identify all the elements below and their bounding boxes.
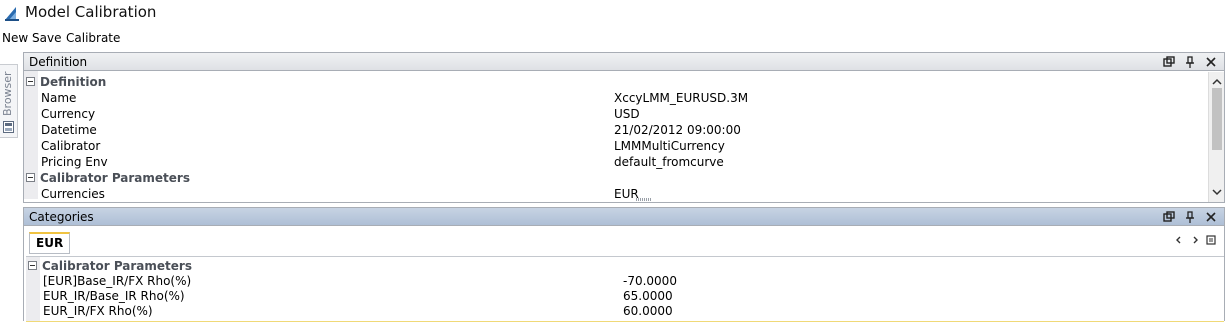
menu-bar: New Save Calibrate <box>0 28 1227 48</box>
window-title: Model Calibration <box>25 3 157 21</box>
float-window-icon[interactable] <box>1162 55 1176 69</box>
close-icon[interactable] <box>1204 55 1218 69</box>
scrollbar-thumb[interactable] <box>1212 88 1222 150</box>
property-value[interactable]: 21/02/2012 09:00:00 <box>614 123 741 137</box>
category-label: Calibrator Parameters <box>42 259 192 273</box>
property-value[interactable]: EUR <box>614 187 639 201</box>
property-row[interactable]: Datetime 21/02/2012 09:00:00 <box>24 122 1208 138</box>
category-label: Definition <box>40 75 107 89</box>
category-row[interactable]: Definition <box>24 74 1208 90</box>
tab-scroll-left-icon[interactable] <box>1174 235 1184 245</box>
menu-save[interactable]: Save <box>32 31 61 45</box>
category-row[interactable]: Calibrator Parameters <box>24 170 1208 186</box>
property-value[interactable]: 60.0000 <box>623 304 673 318</box>
definition-panel-title: Definition <box>29 55 88 69</box>
browser-sidebar-tab[interactable]: Browser <box>0 64 18 138</box>
definition-panel: Definition Definition Name XccyLMM_EURUS… <box>23 52 1225 203</box>
property-value[interactable]: USD <box>614 107 640 121</box>
tab-list-icon[interactable] <box>1206 235 1216 245</box>
property-name: Currency <box>41 107 96 121</box>
categories-property-grid: Calibrator Parameters [EUR]Base_IR/FX Rh… <box>26 256 1224 322</box>
property-value[interactable]: LMMMultiCurrency <box>614 139 725 153</box>
categories-panel-title: Categories <box>29 210 94 224</box>
tab-bar: EUR <box>24 227 1224 255</box>
app-logo-icon <box>5 7 19 21</box>
splitter-grip[interactable] <box>636 198 652 201</box>
property-value[interactable]: 65.0000 <box>623 289 673 303</box>
tab-eur[interactable]: EUR <box>29 232 71 254</box>
close-icon[interactable] <box>1204 210 1218 224</box>
property-row[interactable]: Pricing Env default_fromcurve <box>24 154 1208 170</box>
title-bar: Model Calibration <box>0 0 1227 26</box>
browser-panel-icon <box>3 121 14 133</box>
property-row[interactable]: Name XccyLMM_EURUSD.3M <box>24 90 1208 106</box>
property-value[interactable]: -70.0000 <box>623 274 677 288</box>
property-value[interactable]: default_fromcurve <box>614 155 724 169</box>
browser-label: Browser <box>1 71 14 117</box>
collapse-toggle-icon[interactable] <box>26 77 35 86</box>
property-name: Calibrator <box>41 139 101 153</box>
scroll-down-icon[interactable] <box>1211 186 1223 198</box>
menu-calibrate[interactable]: Calibrate <box>66 31 120 45</box>
collapse-toggle-icon[interactable] <box>26 173 35 182</box>
float-window-icon[interactable] <box>1162 210 1176 224</box>
category-label: Calibrator Parameters <box>40 171 190 185</box>
categories-panel-header: Categories <box>24 208 1224 226</box>
menu-new[interactable]: New <box>2 31 28 45</box>
collapse-toggle-icon[interactable] <box>28 261 37 270</box>
scroll-up-icon[interactable] <box>1211 76 1223 88</box>
property-name: Currencies <box>41 187 105 201</box>
property-row[interactable]: [EUR]Base_IR/FX Rho(%) -70.0000 <box>26 273 1224 289</box>
property-name: Name <box>41 91 77 105</box>
property-row[interactable]: Currencies EUR <box>24 186 1208 202</box>
vertical-scrollbar[interactable] <box>1208 72 1224 202</box>
definition-property-grid: Definition Name XccyLMM_EURUSD.3M Curren… <box>24 71 1208 202</box>
property-row[interactable]: Currency USD <box>24 106 1208 122</box>
pin-icon[interactable] <box>1183 55 1197 69</box>
property-name: [EUR]Base_IR/FX Rho(%) <box>43 274 192 288</box>
property-name: Pricing Env <box>41 155 108 169</box>
category-row[interactable]: Calibrator Parameters <box>26 258 1224 274</box>
property-row[interactable]: EUR_IR/FX Rho(%) 60.0000 <box>26 303 1224 319</box>
property-row[interactable]: Calibrator LMMMultiCurrency <box>24 138 1208 154</box>
tab-scroll-right-icon[interactable] <box>1190 235 1200 245</box>
property-name: EUR_IR/Base_IR Rho(%) <box>43 289 185 303</box>
pin-icon[interactable] <box>1183 210 1197 224</box>
property-name: EUR_IR/FX Rho(%) <box>43 304 153 318</box>
categories-panel: Categories EUR Calibrator Parameters [EU… <box>23 207 1225 322</box>
property-name: Datetime <box>41 123 97 137</box>
definition-panel-header: Definition <box>24 53 1224 71</box>
property-row[interactable]: EUR_IR/Base_IR Rho(%) 65.0000 <box>26 288 1224 304</box>
property-value[interactable]: XccyLMM_EURUSD.3M <box>614 91 748 105</box>
